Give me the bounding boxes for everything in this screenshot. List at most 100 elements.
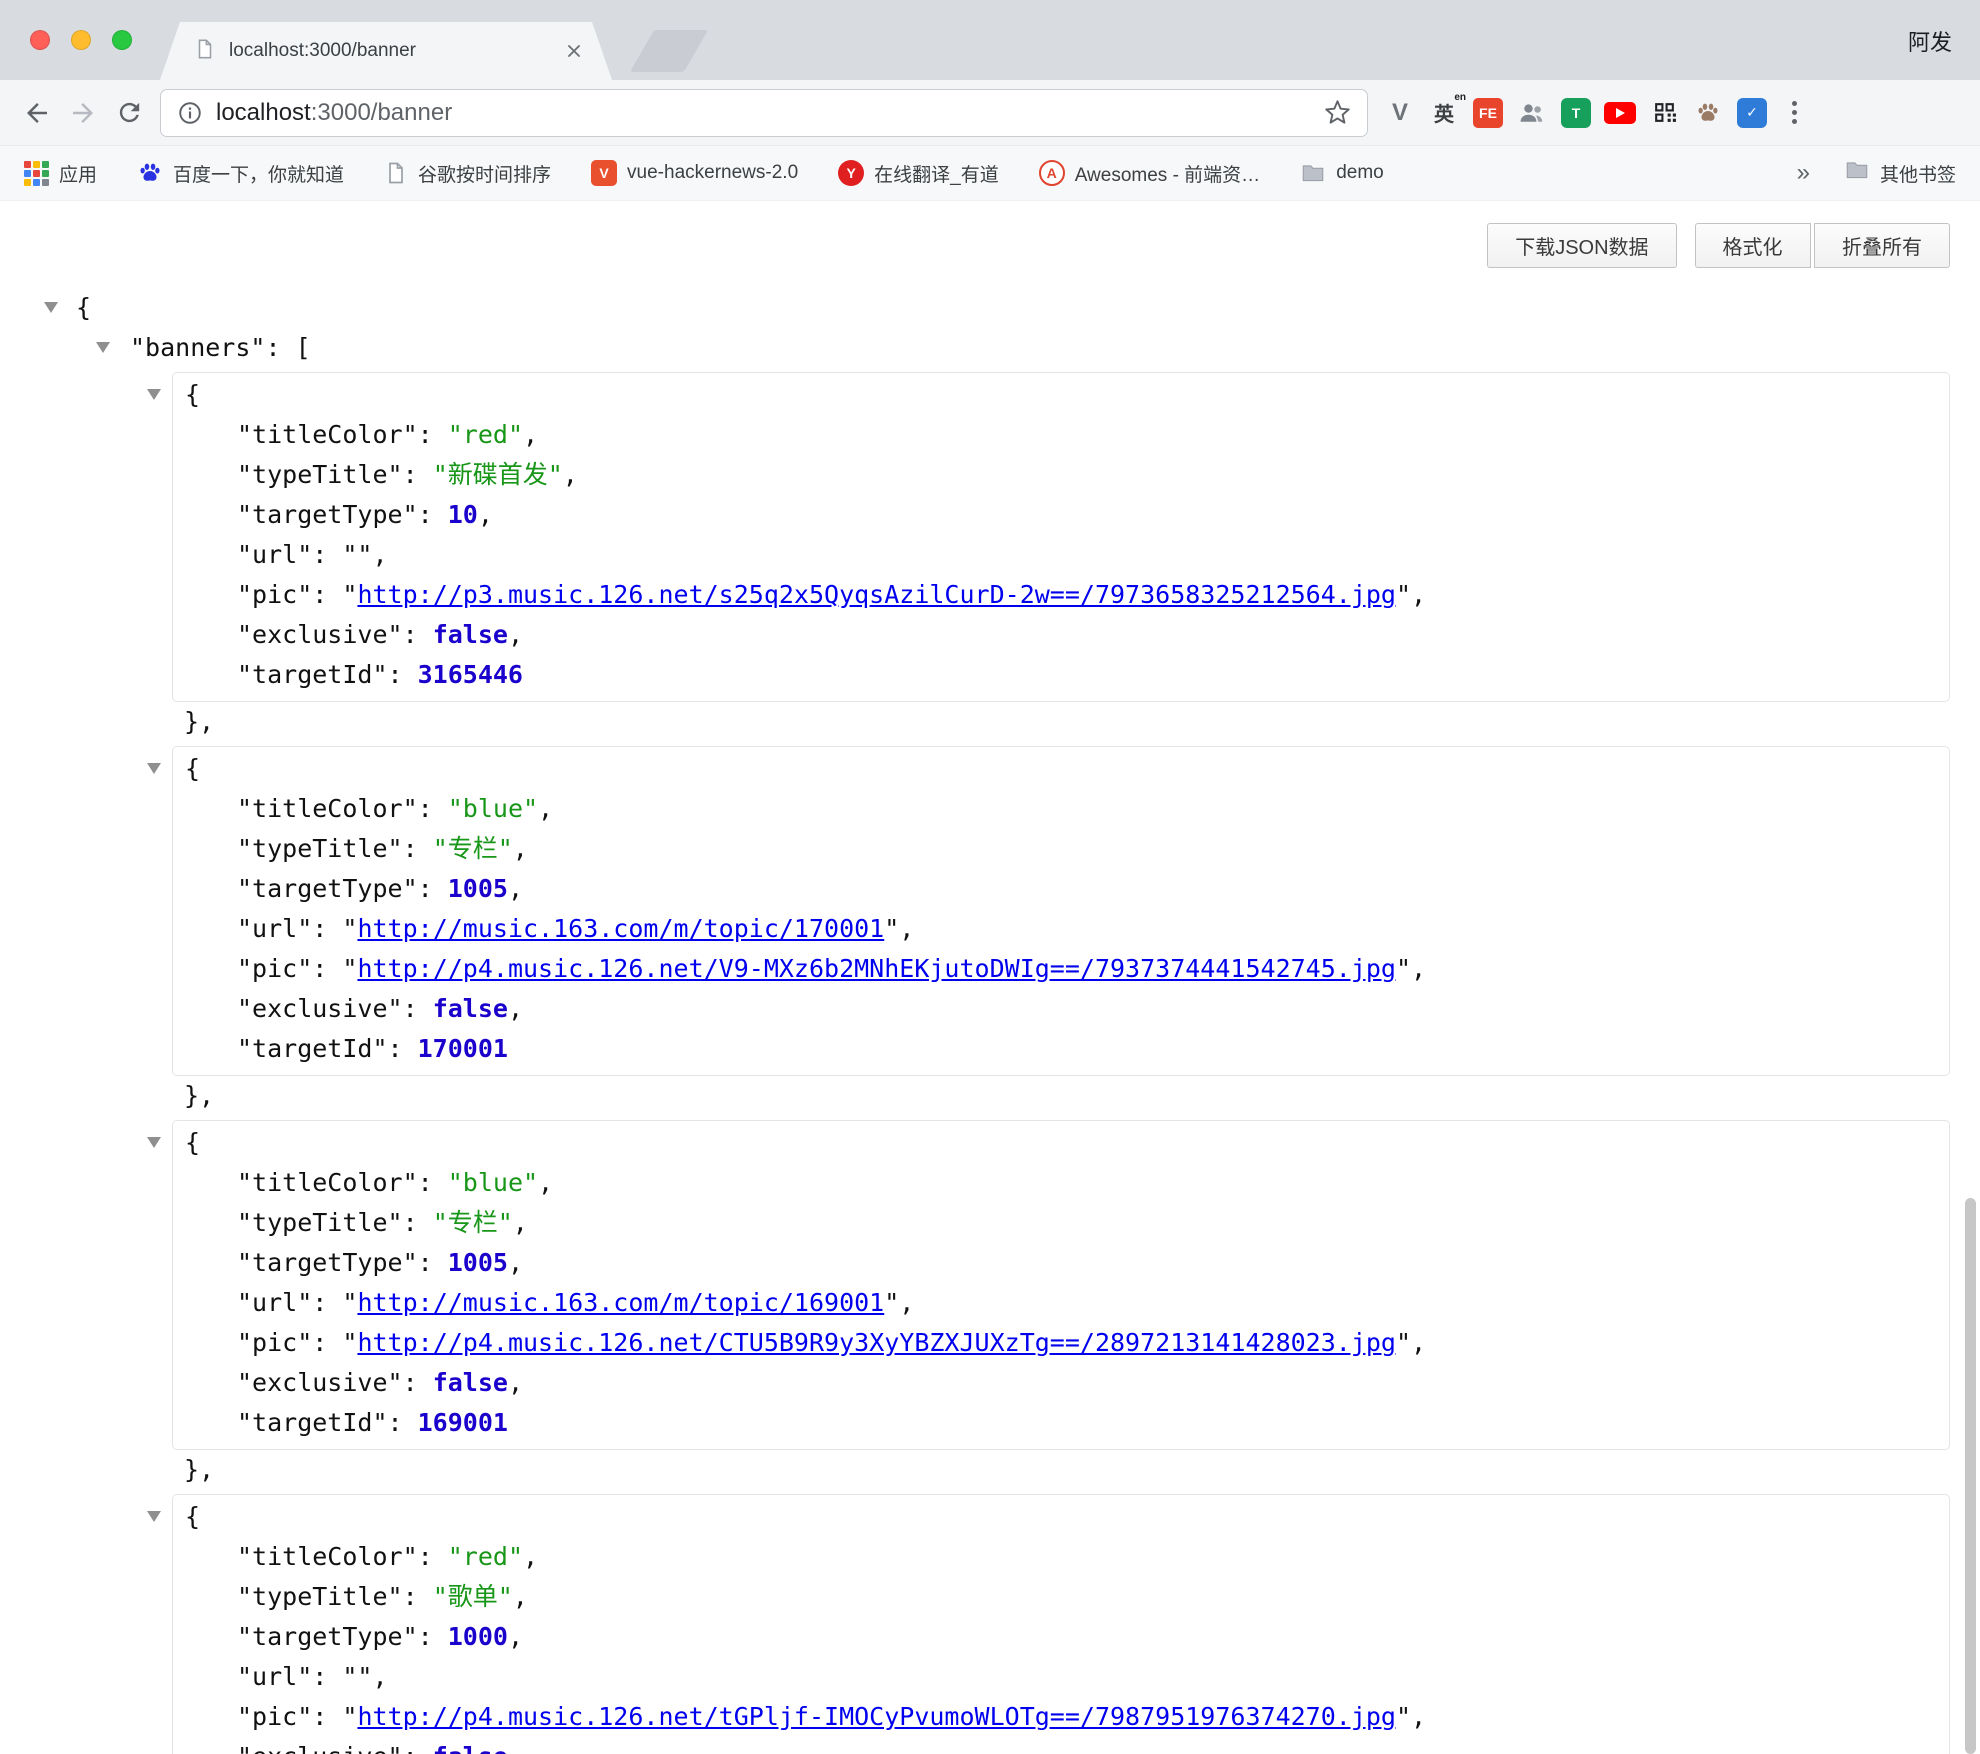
json-link[interactable]: http://p4.music.126.net/CTU5B9R9y3XyYBZX…: [357, 1328, 1396, 1357]
youtube-icon[interactable]: [1598, 92, 1642, 134]
json-array-item: {"titleColor": "blue","typeTitle": "专栏",…: [172, 746, 1950, 1116]
json-key: "banners": [130, 333, 265, 362]
json-comma: ,: [478, 500, 493, 529]
json-string-value: "歌单": [433, 1582, 513, 1611]
bookmark-item[interactable]: 谷歌按时间排序: [384, 160, 551, 187]
collapse-toggle-icon[interactable]: [96, 342, 110, 353]
bookmark-item[interactable]: 百度一下，你就知道: [137, 160, 344, 187]
json-line: "exclusive": false,: [173, 989, 1949, 1029]
json-boolean-value: false: [433, 620, 508, 649]
awesomes-icon: A: [1039, 160, 1065, 186]
json-link[interactable]: http://p4.music.126.net/tGPljf-IMOCyPvum…: [357, 1702, 1396, 1731]
json-comma: ,: [523, 1542, 538, 1571]
url-text[interactable]: localhost:3000/banner: [216, 99, 452, 127]
json-string-value: "blue": [448, 1168, 538, 1197]
json-line: "targetId": 169001: [173, 1403, 1949, 1443]
vertical-scrollbar[interactable]: [1965, 1198, 1976, 1754]
json-line: "exclusive": false,: [173, 615, 1949, 655]
folder-icon: [1844, 157, 1870, 189]
json-line: "exclusive": false,: [173, 1363, 1949, 1403]
tab-strip: localhost:3000/banner 阿发: [0, 0, 1980, 80]
translate-en-icon[interactable]: 英en: [1422, 92, 1466, 134]
kebab-menu-icon[interactable]: [1774, 90, 1814, 136]
new-tab-button[interactable]: [630, 30, 708, 72]
json-key: "exclusive": [237, 994, 403, 1023]
format-button[interactable]: 格式化: [1695, 223, 1811, 268]
other-bookmarks-folder[interactable]: 其他书签: [1844, 157, 1956, 189]
minimize-window-button[interactable]: [71, 30, 91, 50]
json-line: "banners": [: [0, 328, 1980, 368]
reload-icon[interactable]: [106, 90, 152, 136]
json-comma: ,: [1411, 1328, 1426, 1357]
url-host: localhost: [216, 99, 311, 126]
tab-close-icon[interactable]: [564, 41, 584, 61]
json-comma: ,: [899, 1288, 914, 1317]
shield-check-icon[interactable]: ✓: [1730, 92, 1774, 134]
json-array-item: {"titleColor": "blue","typeTitle": "专栏",…: [172, 1120, 1950, 1490]
json-colon: :: [312, 1662, 342, 1691]
json-string-value: "新碟首发": [433, 460, 563, 489]
json-string-value: "blue": [448, 794, 538, 823]
json-comma: ,: [523, 420, 538, 449]
json-line: "url": "",: [173, 1657, 1949, 1697]
close-window-button[interactable]: [30, 30, 50, 50]
bookmark-item[interactable]: AAwesomes - 前端资…: [1039, 160, 1260, 187]
json-number-value: 169001: [418, 1408, 508, 1437]
bookmarks-overflow-icon[interactable]: »: [1797, 159, 1810, 187]
json-number-value: 1005: [448, 874, 508, 903]
collapse-all-button[interactable]: 折叠所有: [1814, 223, 1950, 268]
json-line: },: [172, 1076, 1950, 1116]
v-extension-icon[interactable]: V: [1378, 92, 1422, 134]
paw-icon[interactable]: [1686, 92, 1730, 134]
json-colon: :: [418, 794, 448, 823]
json-comma: ,: [372, 540, 387, 569]
json-line: "titleColor": "blue",: [173, 789, 1949, 829]
json-boolean-value: false: [433, 1742, 508, 1754]
collapse-toggle-icon[interactable]: [147, 389, 161, 400]
fehelper-icon[interactable]: FE: [1466, 92, 1510, 134]
collapse-toggle-icon[interactable]: [147, 1137, 161, 1148]
qrcode-icon[interactable]: [1642, 92, 1686, 134]
json-comma: ,: [538, 1168, 553, 1197]
forward-icon[interactable]: [60, 90, 106, 136]
json-key: "targetType": [237, 1248, 418, 1277]
collapse-toggle-icon[interactable]: [44, 302, 58, 313]
json-key: "pic": [237, 580, 312, 609]
json-link[interactable]: http://music.163.com/m/topic/169001: [357, 1288, 884, 1317]
people-icon[interactable]: [1510, 92, 1554, 134]
json-key: "exclusive": [237, 1742, 403, 1754]
bookmark-item[interactable]: demo: [1300, 160, 1384, 186]
json-array-item: {"titleColor": "red","typeTitle": "歌单","…: [172, 1494, 1950, 1754]
browser-tab[interactable]: localhost:3000/banner: [160, 22, 612, 80]
json-link[interactable]: http://p4.music.126.net/V9-MXz6b2MNhEKju…: [357, 954, 1396, 983]
info-icon[interactable]: [177, 100, 203, 126]
json-comma: ,: [513, 1208, 528, 1237]
json-colon: :: [312, 1288, 342, 1317]
zoom-window-button[interactable]: [112, 30, 132, 50]
json-comma: ,: [538, 794, 553, 823]
t-shield-icon[interactable]: T: [1554, 92, 1598, 134]
json-link[interactable]: http://p3.music.126.net/s25q2x5QyqsAzilC…: [357, 580, 1396, 609]
json-key: "targetType": [237, 1622, 418, 1651]
download-json-button[interactable]: 下载JSON数据: [1487, 223, 1676, 268]
bookmark-item[interactable]: Y在线翻译_有道: [838, 160, 999, 187]
json-line: {: [173, 1123, 1949, 1163]
address-bar[interactable]: localhost:3000/banner: [160, 89, 1368, 137]
back-icon[interactable]: [14, 90, 60, 136]
json-link[interactable]: http://music.163.com/m/topic/170001: [357, 914, 884, 943]
bookmark-item[interactable]: 应用: [24, 160, 97, 187]
json-number-value: 170001: [418, 1034, 508, 1063]
collapse-toggle-icon[interactable]: [147, 1511, 161, 1522]
json-quote: ": [342, 1328, 357, 1357]
bookmark-item[interactable]: Vvue-hackernews-2.0: [591, 160, 798, 186]
apps-grid-icon: [24, 161, 49, 186]
json-object-box: {"titleColor": "red","typeTitle": "歌单","…: [172, 1494, 1950, 1754]
json-colon: :: [312, 540, 342, 569]
star-icon[interactable]: [1324, 99, 1351, 126]
profile-name[interactable]: 阿发: [1908, 25, 1952, 57]
json-colon: :: [403, 620, 433, 649]
json-comma: ,: [508, 1368, 523, 1397]
json-colon: :: [418, 1622, 448, 1651]
bookmark-label: 在线翻译_有道: [874, 160, 999, 187]
collapse-toggle-icon[interactable]: [147, 763, 161, 774]
